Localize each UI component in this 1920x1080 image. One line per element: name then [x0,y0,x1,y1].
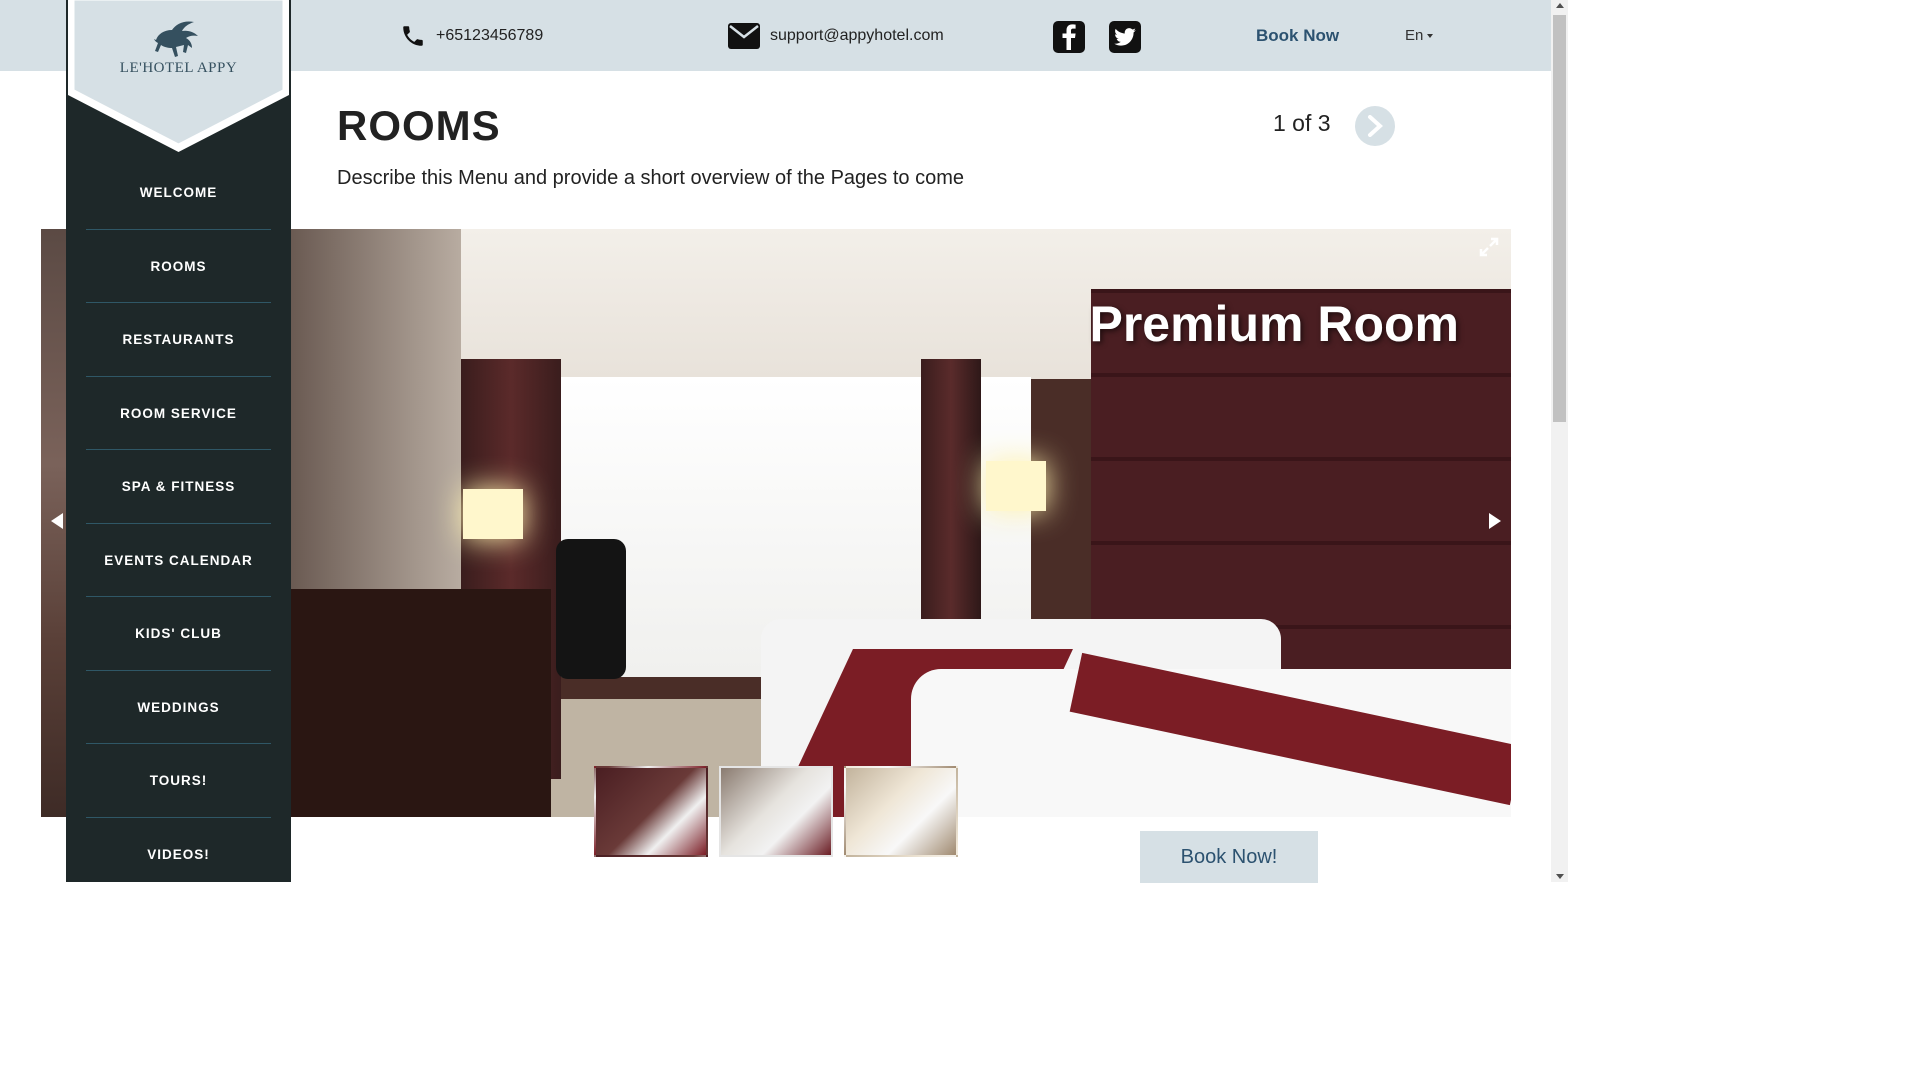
sidebar-item-spa-fitness[interactable]: SPA & FITNESS [66,450,291,524]
chevron-right-icon [1368,115,1383,137]
logo-text: LE'HOTEL APPY [119,60,238,76]
phone-number: +65123456789 [436,26,544,44]
phone-icon [403,25,423,46]
scroll-thumb[interactable] [1553,15,1566,422]
thumbnail-2[interactable] [719,766,833,857]
thumbnail-1[interactable] [594,766,708,857]
sidebar-item-videos[interactable]: VIDEOS! [66,818,291,892]
page-description: Describe this Menu and provide a short o… [337,167,964,189]
sidebar-item-kids-club[interactable]: KIDS' CLUB [66,597,291,671]
email-address: support@appyhotel.com [770,26,944,44]
language-label: En [1405,27,1424,44]
page-counter: 1 of 3 [1273,110,1331,136]
sidebar-item-weddings[interactable]: WEDDINGS [66,671,291,745]
language-selector[interactable]: En [1405,0,1434,71]
scrollbar[interactable] [1551,0,1568,882]
carousel-next-arrow-icon[interactable] [1489,513,1501,529]
slide-title: Premium Room [1089,296,1459,352]
envelope-icon [728,22,760,49]
page-title: ROOMS [337,102,501,149]
sidebar-item-tours[interactable]: TOURS! [66,744,291,818]
phone-contact[interactable]: +65123456789 [400,0,543,71]
sidebar-item-events-calendar[interactable]: EVENTS CALENDAR [66,524,291,598]
sidebar-item-welcome[interactable]: WELCOME [66,156,291,230]
twitter-icon[interactable] [1109,21,1141,53]
thumbnail-3[interactable] [844,766,958,857]
next-page-button[interactable] [1355,106,1395,146]
sidebar-item-room-service[interactable]: ROOM SERVICE [66,377,291,451]
sidebar-item-rooms[interactable]: ROOMS [66,230,291,304]
scroll-down-arrow-icon[interactable] [1556,874,1564,879]
caret-down-icon [1427,33,1434,38]
book-now-link[interactable]: Book Now [1256,0,1339,71]
sidebar-item-restaurants[interactable]: RESTAURANTS [66,303,291,377]
current-slide-image: Premium Room [291,229,1511,817]
scroll-up-arrow-icon[interactable] [1556,3,1564,8]
pegasus-logo-icon [154,21,198,57]
book-now-button[interactable]: Book Now! [1140,831,1318,883]
carousel-prev-arrow-icon[interactable] [51,513,63,529]
thumbnail-strip [594,766,958,857]
facebook-icon[interactable] [1053,21,1085,53]
sidebar-menu: WELCOME ROOMS RESTAURANTS ROOM SERVICE S… [66,156,291,891]
expand-icon[interactable] [1479,237,1499,257]
email-contact[interactable]: support@appyhotel.com [728,0,944,71]
sidebar: LE'HOTEL APPY WELCOME ROOMS RESTAURANTS … [66,0,291,882]
